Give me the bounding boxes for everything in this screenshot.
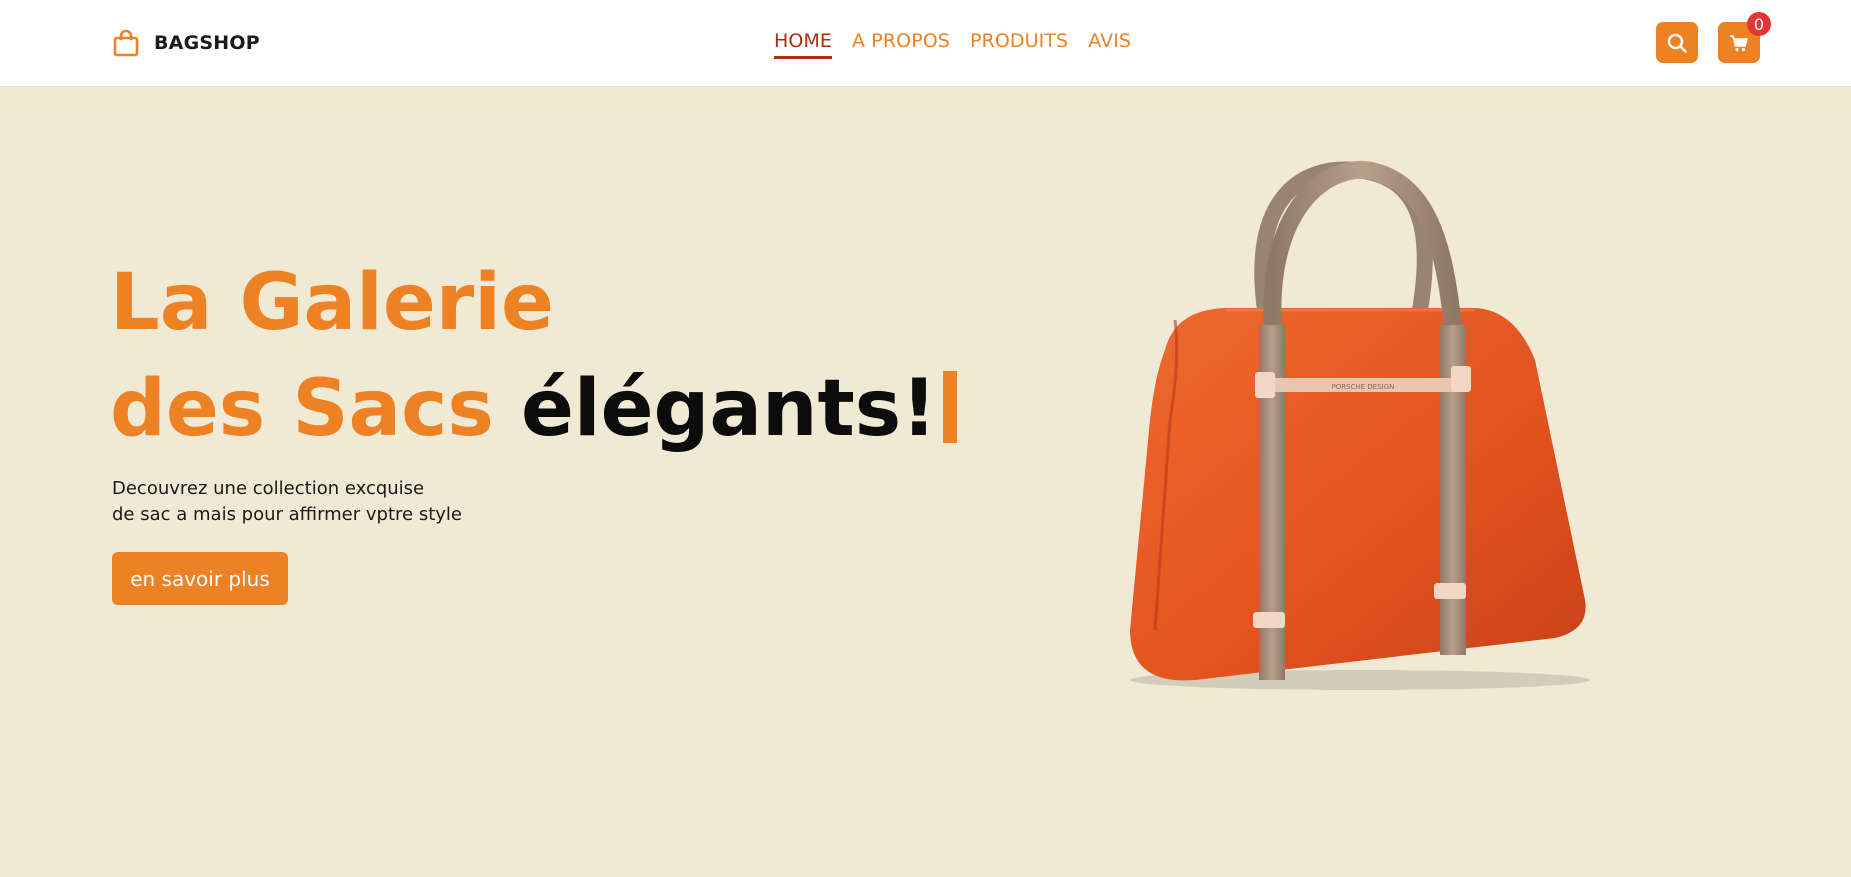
search-icon — [1667, 33, 1687, 53]
nav-avis[interactable]: AVIS — [1088, 30, 1131, 59]
hero-title-part: des Sacs — [110, 364, 494, 454]
hero-title-line-1: La Galerie — [110, 250, 957, 356]
hero-title: La Galerie des Sacs élégants! — [110, 250, 957, 462]
cart-count-badge: 0 — [1747, 12, 1771, 36]
hero-subtitle-line: de sac a mais pour affirmer vptre style — [112, 504, 462, 525]
learn-more-button[interactable]: en savoir plus — [112, 552, 288, 605]
cart-icon — [1730, 34, 1748, 51]
hero-title-line-2: des Sacs élégants! — [110, 356, 957, 462]
nav-home[interactable]: HOME — [774, 30, 833, 59]
hero-title-part: La Galerie — [110, 258, 554, 348]
main-nav: HOME A PROPOS PRODUITS AVIS — [774, 30, 1131, 59]
nav-a-propos[interactable]: A PROPOS — [852, 30, 950, 59]
shopping-bag-icon — [113, 29, 139, 57]
nav-produits[interactable]: PRODUITS — [970, 30, 1068, 59]
hero-title-typed-word: élégants! — [520, 364, 937, 454]
hero-subtitle: Decouvrez une collection excquise de sac… — [112, 476, 462, 528]
handbag-image: PORSCHE DESIGN — [1130, 161, 1590, 690]
hero-subtitle-line: Decouvrez une collection excquise — [112, 478, 425, 499]
bag-brand-plate: PORSCHE DESIGN — [1332, 383, 1395, 391]
typing-cursor — [942, 371, 957, 443]
search-button[interactable] — [1656, 22, 1698, 63]
brand-name: BAGSHOP — [154, 32, 260, 54]
brand-logo[interactable]: BAGSHOP — [112, 29, 260, 57]
site-header: BAGSHOP HOME A PROPOS PRODUITS AVIS 0 — [0, 0, 1851, 87]
